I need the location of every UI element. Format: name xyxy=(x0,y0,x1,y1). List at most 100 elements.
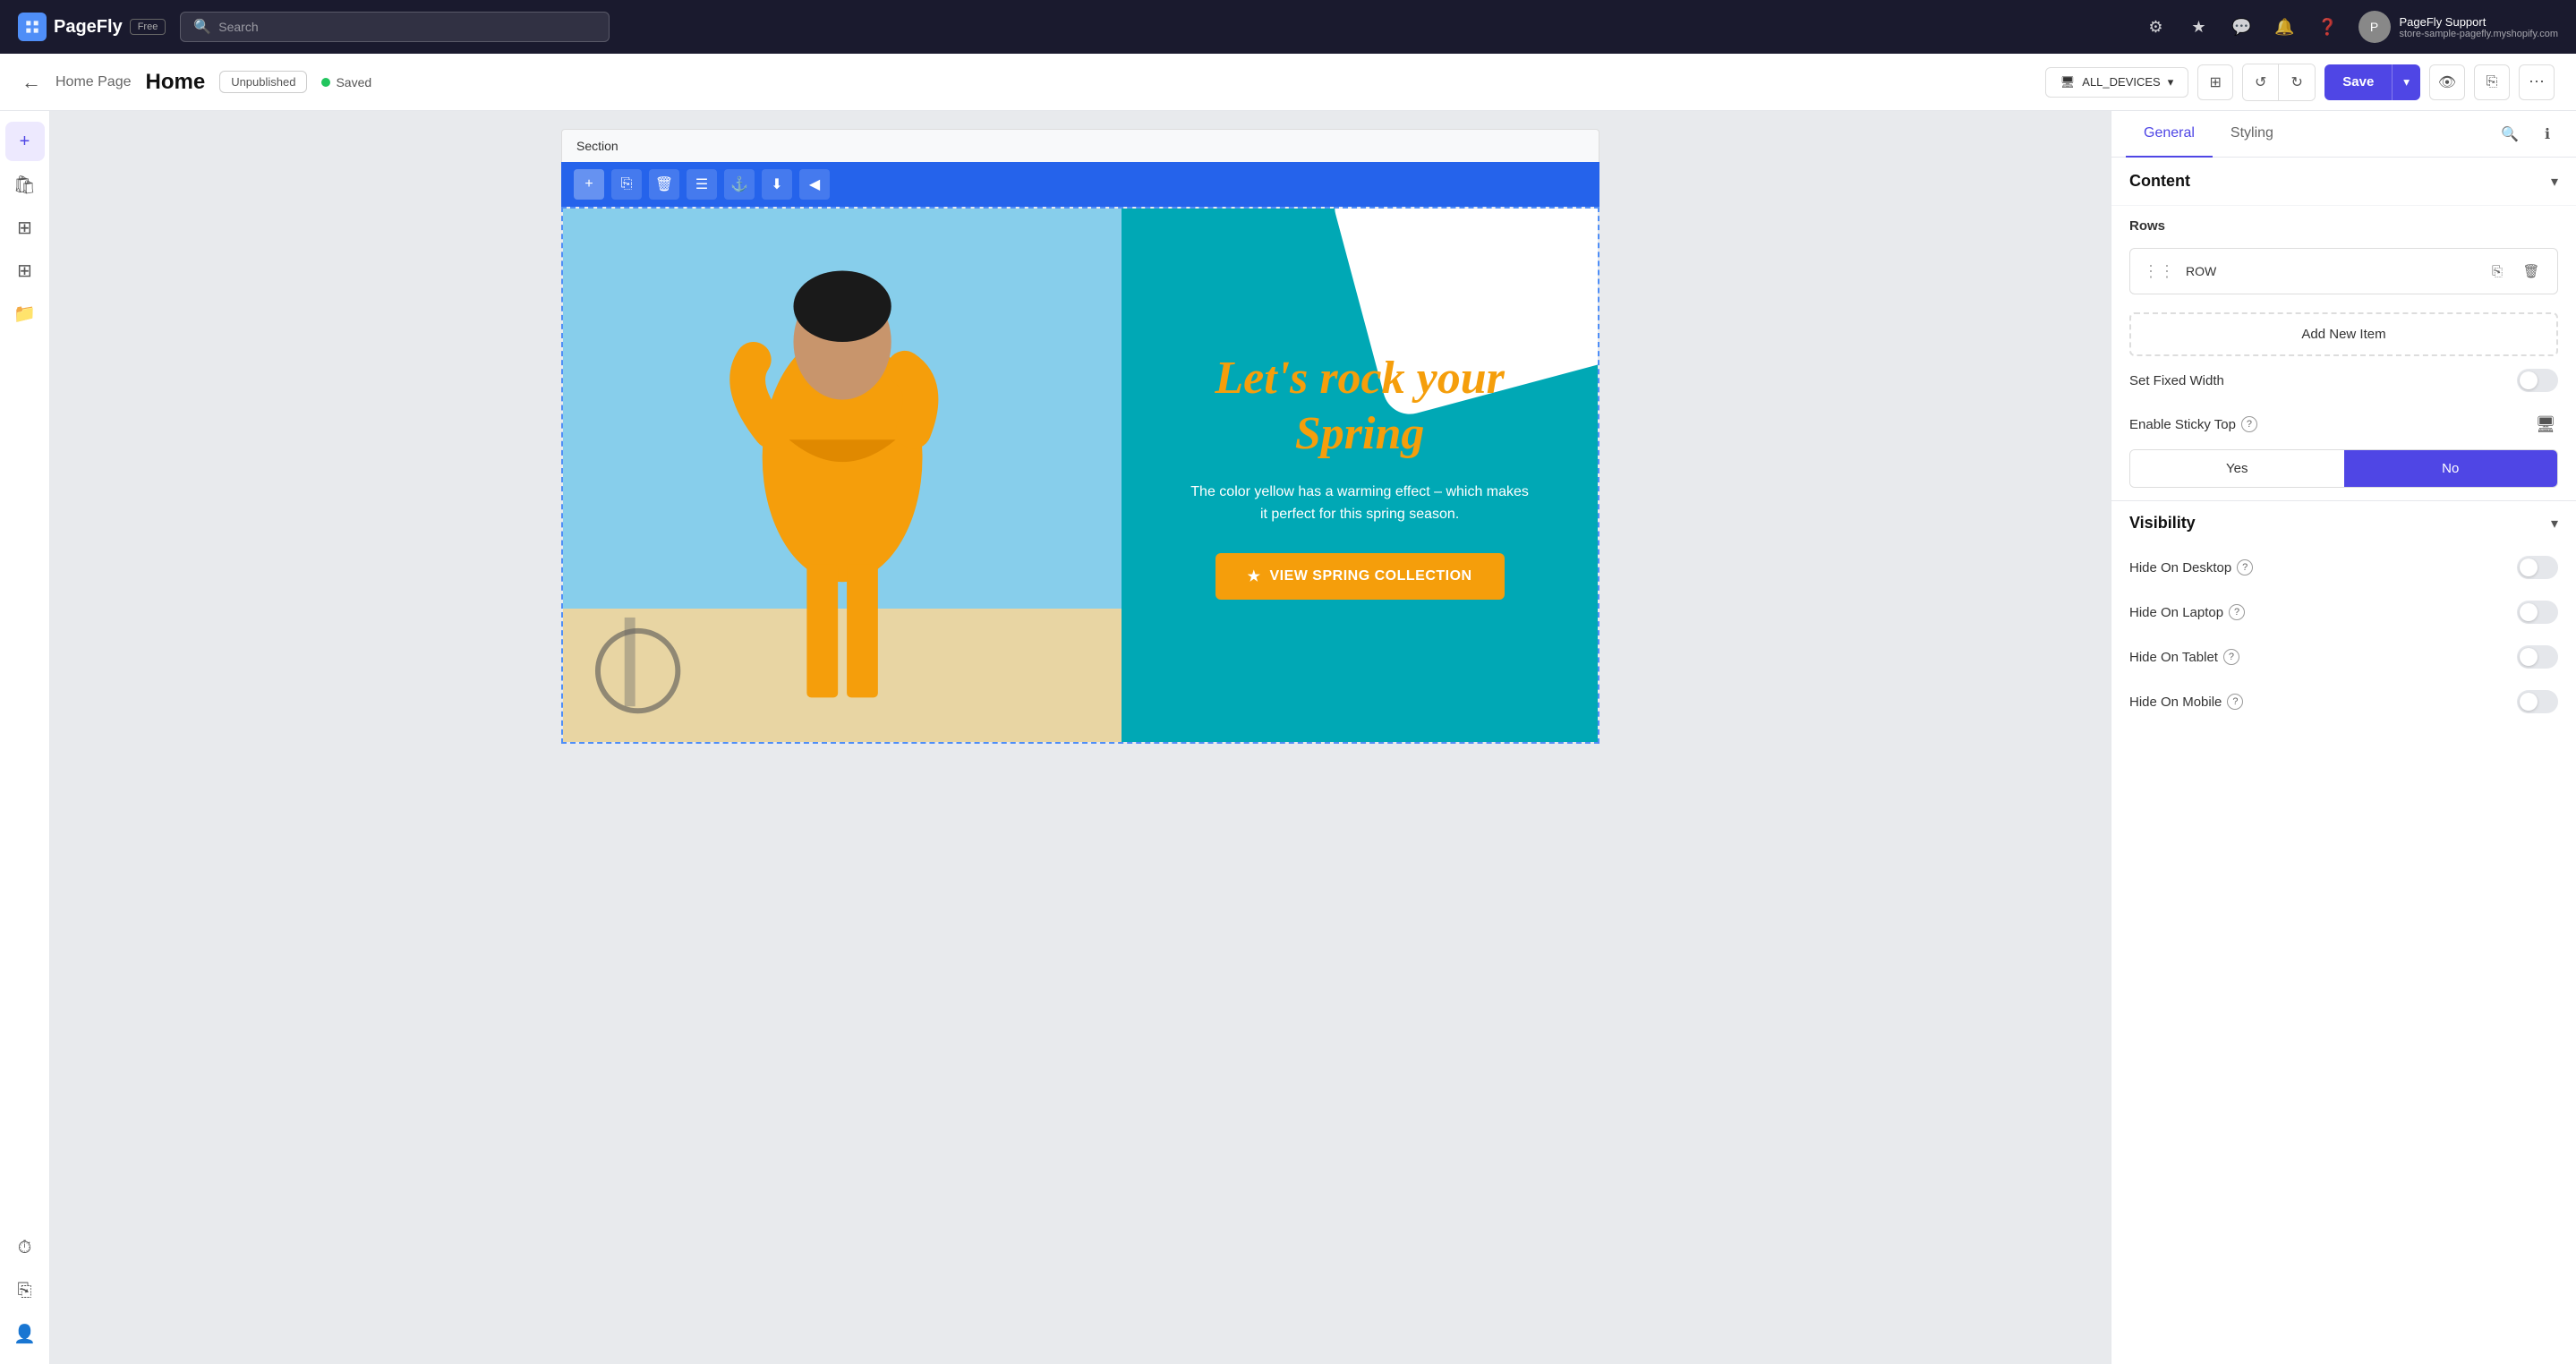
hide-tablet-row: Hide On Tablet ? xyxy=(2111,635,2576,679)
sidebar-item-apps[interactable]: ⊞ xyxy=(5,251,45,290)
hide-mobile-toggle[interactable] xyxy=(2517,690,2558,713)
no-button[interactable]: No xyxy=(2344,450,2558,487)
star-icon[interactable]: ★ xyxy=(2187,14,2212,39)
device-selector-button[interactable]: 🖥 ALL_DEVICES ▾ xyxy=(2045,67,2188,98)
hide-desktop-help-icon[interactable]: ? xyxy=(2237,559,2253,575)
redo-button[interactable]: ↻ xyxy=(2279,64,2315,100)
back-button[interactable]: ← xyxy=(21,71,41,94)
panel-tabs: General Styling 🔍 ℹ xyxy=(2111,111,2576,158)
yes-button[interactable]: Yes xyxy=(2130,450,2344,487)
user-details: PageFly Support store-sample-pagefly.mys… xyxy=(2400,15,2559,39)
duplicate-element-button[interactable]: ⎘ xyxy=(611,169,642,200)
hide-laptop-toggle[interactable] xyxy=(2517,601,2558,624)
layers-button[interactable]: ☰ xyxy=(687,169,717,200)
search-input[interactable] xyxy=(218,20,596,34)
add-new-item-button[interactable]: Add New Item xyxy=(2129,312,2558,356)
row-drag-handle[interactable]: ⋮⋮ xyxy=(2143,262,2175,281)
right-panel: General Styling 🔍 ℹ Content ▾ Rows ⋮⋮ RO… xyxy=(2111,111,2576,1364)
set-fixed-width-label: Set Fixed Width xyxy=(2129,373,2224,388)
device-label: ALL_DEVICES xyxy=(2082,75,2160,89)
panel-tab-icons: 🔍 ℹ xyxy=(2495,120,2562,149)
hide-mobile-help-icon[interactable]: ? xyxy=(2227,694,2243,710)
visibility-section-header[interactable]: Visibility ▾ xyxy=(2111,500,2576,545)
content-chevron-icon: ▾ xyxy=(2551,173,2558,191)
nav-left: PageFly Free 🔍 xyxy=(18,12,610,42)
hide-mobile-text: Hide On Mobile xyxy=(2129,695,2222,710)
content-section-title: Content xyxy=(2129,172,2190,191)
save-button[interactable]: Save xyxy=(2324,64,2392,100)
saved-indicator: Saved xyxy=(321,75,371,90)
hide-tablet-toggle[interactable] xyxy=(2517,645,2558,669)
free-badge: Free xyxy=(130,19,166,35)
row-item: ⋮⋮ ROW ⎘ 🗑 xyxy=(2129,248,2558,294)
yes-no-group: Yes No xyxy=(2129,449,2558,488)
sidebar-item-add[interactable]: + xyxy=(5,122,45,161)
row-copy-button[interactable]: ⎘ xyxy=(2484,258,2511,285)
panel-search-icon[interactable]: 🔍 xyxy=(2495,120,2524,149)
set-fixed-width-row: Set Fixed Width xyxy=(2111,356,2576,405)
add-element-button[interactable]: + xyxy=(574,169,604,200)
save-button-group: Save ▾ xyxy=(2324,64,2420,100)
sidebar-item-store[interactable]: 🛍 xyxy=(5,165,45,204)
set-fixed-width-toggle[interactable] xyxy=(2517,369,2558,392)
undo-redo-group: ↺ ↻ xyxy=(2242,64,2316,101)
enable-sticky-top-row: Enable Sticky Top ? 🖥 xyxy=(2111,405,2576,449)
tab-general[interactable]: General xyxy=(2126,111,2213,158)
sidebar-item-folder[interactable]: 📁 xyxy=(5,294,45,333)
preview-button[interactable]: 👁 xyxy=(2429,64,2465,100)
user-name: PageFly Support xyxy=(2400,15,2559,29)
more-options-button[interactable]: ⋯ xyxy=(2519,64,2555,100)
anchor-button[interactable]: ⚓ xyxy=(724,169,755,200)
bell-icon[interactable]: 🔔 xyxy=(2273,14,2298,39)
canvas-area: Section + ⎘ 🗑 ☰ ⚓ ⬇ ◀ xyxy=(50,111,2111,1364)
content-section-header[interactable]: Content ▾ xyxy=(2111,158,2576,206)
cta-label: VIEW SPRING COLLECTION xyxy=(1269,568,1471,584)
row-actions: ⎘ 🗑 xyxy=(2484,258,2545,285)
saved-label: Saved xyxy=(336,75,371,90)
hide-desktop-toggle[interactable] xyxy=(2517,556,2558,579)
delete-element-button[interactable]: 🗑 xyxy=(649,169,679,200)
settings-icon[interactable]: ⚙ xyxy=(2144,14,2169,39)
sidebar-item-export[interactable]: ⎘ xyxy=(5,1271,45,1310)
download-button[interactable]: ⬇ xyxy=(762,169,792,200)
tab-styling[interactable]: Styling xyxy=(2213,111,2291,158)
hero-headline: Let's rock your Spring xyxy=(1157,351,1562,463)
sticky-top-help-icon[interactable]: ? xyxy=(2241,416,2257,432)
logo-area: PageFly Free xyxy=(18,13,166,41)
logo-text: PageFly xyxy=(54,17,123,38)
hide-laptop-label: Hide On Laptop ? xyxy=(2129,604,2245,620)
sidebar-item-user-avatar[interactable]: 👤 xyxy=(5,1314,45,1353)
sidebar-item-history[interactable]: ⏱ xyxy=(5,1228,45,1267)
collapse-button[interactable]: ◀ xyxy=(799,169,830,200)
sticky-top-text: Enable Sticky Top xyxy=(2129,417,2236,432)
sidebar-item-grid[interactable]: ⊞ xyxy=(5,208,45,247)
page-parent-label: Home Page xyxy=(55,74,132,90)
grid-view-button[interactable]: ⊞ xyxy=(2197,64,2233,100)
page-title: Home xyxy=(146,70,206,95)
main-area: + 🛍 ⊞ ⊞ 📁 ⏱ ⎘ 👤 Section + ⎘ 🗑 ☰ ⚓ ⬇ ◀ xyxy=(0,111,2576,1364)
undo-button[interactable]: ↺ xyxy=(2243,64,2279,100)
hero-section: Let's rock your Spring The color yellow … xyxy=(561,207,1599,744)
user-store: store-sample-pagefly.myshopify.com xyxy=(2400,29,2559,39)
status-badge[interactable]: Unpublished xyxy=(219,71,307,93)
hide-laptop-help-icon[interactable]: ? xyxy=(2229,604,2245,620)
hide-tablet-help-icon[interactable]: ? xyxy=(2223,649,2239,665)
element-toolbar: + ⎘ 🗑 ☰ ⚓ ⬇ ◀ xyxy=(561,162,1599,207)
hide-laptop-row: Hide On Laptop ? xyxy=(2111,590,2576,635)
user-info[interactable]: P PageFly Support store-sample-pagefly.m… xyxy=(2358,11,2559,43)
help-icon[interactable]: ❓ xyxy=(2316,14,2341,39)
section-label: Section xyxy=(576,139,618,153)
left-sidebar: + 🛍 ⊞ ⊞ 📁 ⏱ ⎘ 👤 xyxy=(0,111,50,1364)
hide-tablet-text: Hide On Tablet xyxy=(2129,650,2218,665)
save-dropdown-button[interactable]: ▾ xyxy=(2392,64,2420,100)
panel-info-icon[interactable]: ℹ xyxy=(2533,120,2562,149)
avatar: P xyxy=(2358,11,2391,43)
hero-left-panel xyxy=(563,209,1122,742)
hero-subtext: The color yellow has a warming effect – … xyxy=(1190,481,1530,526)
chevron-down-icon: ▾ xyxy=(2168,75,2174,90)
copy-button[interactable]: ⎘ xyxy=(2474,64,2510,100)
hero-cta-button[interactable]: ★ VIEW SPRING COLLECTION xyxy=(1215,553,1505,600)
chat-icon[interactable]: 💬 xyxy=(2230,14,2255,39)
row-delete-button[interactable]: 🗑 xyxy=(2518,258,2545,285)
search-bar[interactable]: 🔍 xyxy=(180,12,610,42)
